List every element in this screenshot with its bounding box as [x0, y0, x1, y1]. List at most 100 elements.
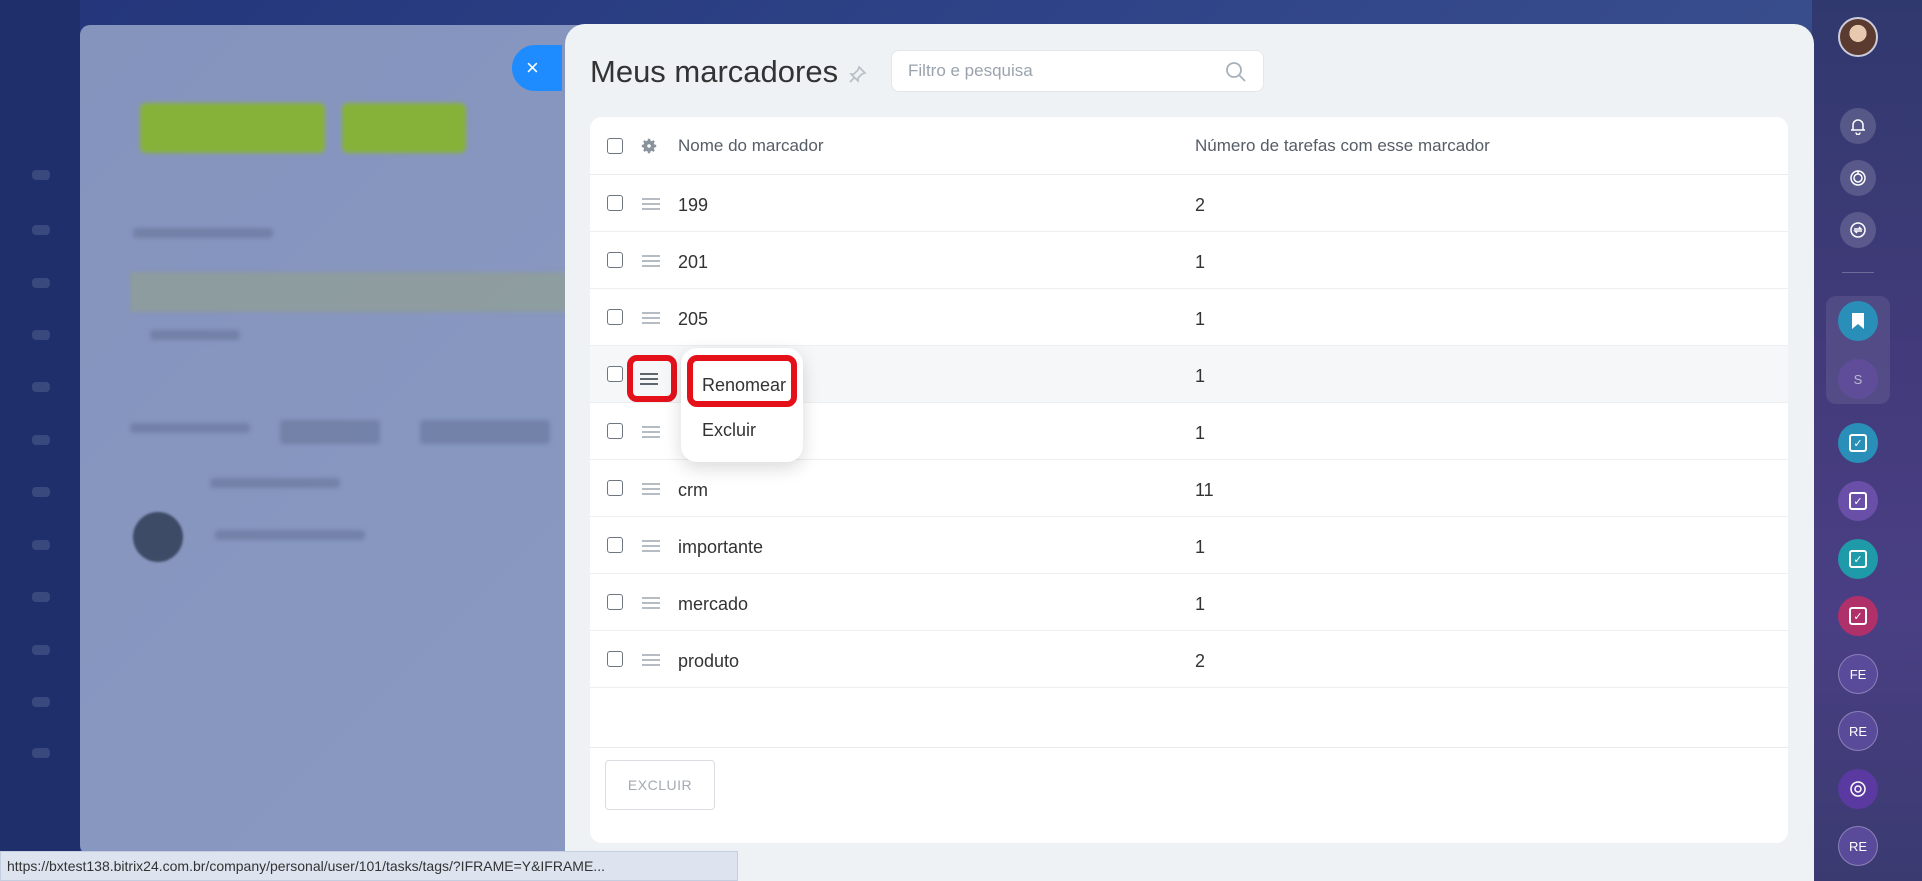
row-menu-icon[interactable] — [642, 483, 660, 495]
tag-count: 1 — [1195, 594, 1206, 614]
row-checkbox[interactable] — [607, 366, 623, 382]
pin-icon[interactable] — [848, 64, 868, 84]
badge-label: S — [1853, 371, 1863, 387]
table-row[interactable]: produto 2 — [590, 631, 1788, 688]
checkbox-icon: ✓ — [1849, 492, 1867, 510]
bookmark-icon[interactable] — [1838, 301, 1878, 341]
column-header-name[interactable]: Nome do marcador — [678, 136, 824, 156]
background-text — [280, 420, 380, 444]
background-text — [210, 478, 340, 488]
row-menu-icon[interactable] — [642, 198, 660, 210]
row-menu-icon[interactable] — [642, 312, 660, 324]
status-bar-url: https://bxtest138.bitrix24.com.br/compan… — [0, 851, 738, 881]
background-text — [150, 330, 240, 340]
delete-selected-button[interactable]: EXCLUIR — [605, 760, 715, 810]
background-text — [215, 530, 365, 540]
page-title: Meus marcadores — [590, 54, 839, 89]
search-input[interactable] — [908, 51, 1208, 91]
background-text — [133, 228, 273, 238]
task-app-icon[interactable]: ✓ — [1838, 539, 1878, 579]
row-checkbox[interactable] — [607, 252, 623, 268]
tag-count: 1 — [1195, 366, 1206, 386]
badge-label: RE — [1848, 838, 1868, 854]
sidebar-divider — [1842, 272, 1874, 273]
tag-count: 1 — [1195, 537, 1206, 557]
row-menu-highlight[interactable] — [627, 355, 677, 402]
tag-count: 11 — [1195, 480, 1214, 500]
copilot-icon[interactable] — [1840, 160, 1876, 196]
row-menu-icon[interactable] — [642, 597, 660, 609]
checkbox-icon: ✓ — [1849, 434, 1867, 452]
table-row[interactable]: 205 1 — [590, 289, 1788, 346]
chat-badge[interactable]: FE — [1838, 654, 1878, 694]
menu-dot — [32, 330, 50, 340]
tags-table: Nome do marcador Número de tarefas com e… — [590, 117, 1788, 843]
filter-search[interactable] — [891, 50, 1264, 92]
user-avatar[interactable] — [1838, 17, 1878, 57]
task-app-icon[interactable]: ✓ — [1838, 481, 1878, 521]
background-button — [342, 103, 466, 153]
tag-name: importante — [678, 537, 764, 557]
menu-dot — [32, 225, 50, 235]
table-row[interactable]: 199 2 — [590, 175, 1788, 232]
bell-icon[interactable] — [1840, 108, 1876, 144]
chat-badge[interactable]: RE — [1838, 826, 1878, 866]
tag-count: 1 — [1195, 252, 1206, 272]
task-app-icon[interactable]: ✓ — [1838, 596, 1878, 636]
row-checkbox[interactable] — [607, 480, 623, 496]
copilot-chat-icon[interactable] — [1838, 769, 1878, 809]
chat-badge[interactable]: RE — [1838, 711, 1878, 751]
row-checkbox[interactable] — [607, 195, 623, 211]
background-row — [130, 272, 590, 312]
table-row[interactable]: mercado 1 — [590, 574, 1788, 631]
tag-name: mercado — [678, 594, 749, 614]
menu-dot — [32, 592, 50, 602]
menu-dot — [32, 540, 50, 550]
row-menu-icon[interactable] — [640, 373, 658, 385]
tag-name: 205 — [678, 309, 709, 329]
row-menu-icon[interactable] — [642, 540, 660, 552]
menu-dot — [32, 170, 50, 180]
search-icon[interactable] — [1225, 61, 1247, 83]
table-header: Nome do marcador Número de tarefas com e… — [590, 117, 1788, 175]
delete-menu-item[interactable]: Excluir — [702, 420, 756, 441]
row-checkbox[interactable] — [607, 594, 623, 610]
menu-dot — [32, 435, 50, 445]
table-row[interactable]: 201 1 — [590, 232, 1788, 289]
menu-dot — [32, 278, 50, 288]
select-all-checkbox[interactable] — [607, 138, 623, 154]
row-checkbox[interactable] — [607, 423, 623, 439]
close-slider-button[interactable]: × — [512, 45, 562, 91]
close-icon: × — [526, 55, 539, 80]
row-menu-icon[interactable] — [642, 255, 660, 267]
row-checkbox[interactable] — [607, 309, 623, 325]
tag-count: 2 — [1195, 651, 1206, 671]
badge-label: FE — [1849, 666, 1867, 682]
row-menu-icon[interactable] — [642, 426, 660, 438]
tag-count: 1 — [1195, 423, 1206, 443]
sync-icon[interactable] — [1840, 212, 1876, 248]
table-row[interactable]: crm 11 — [590, 460, 1788, 517]
menu-dot — [32, 697, 50, 707]
tag-name: crm — [678, 480, 708, 500]
row-checkbox[interactable] — [607, 651, 623, 667]
tag-count: 2 — [1195, 195, 1206, 215]
table-row[interactable]: importante 1 — [590, 517, 1788, 574]
footer-divider — [590, 747, 1788, 748]
background-text — [130, 423, 250, 433]
gear-icon[interactable] — [640, 137, 658, 155]
tag-name: 199 — [678, 195, 709, 215]
background-button — [140, 103, 325, 153]
row-checkbox[interactable] — [607, 537, 623, 553]
background-avatar — [133, 512, 183, 562]
tag-name: 201 — [678, 252, 709, 272]
sidebar-badge[interactable]: S — [1838, 359, 1878, 399]
column-header-count[interactable]: Número de tarefas com esse marcador — [1195, 136, 1490, 156]
menu-dot — [32, 382, 50, 392]
menu-dot — [32, 487, 50, 497]
task-app-icon[interactable]: ✓ — [1838, 423, 1878, 463]
tag-count: 1 — [1195, 309, 1206, 329]
tag-name: produto — [678, 651, 740, 671]
row-menu-icon[interactable] — [642, 654, 660, 666]
menu-dot — [32, 748, 50, 758]
